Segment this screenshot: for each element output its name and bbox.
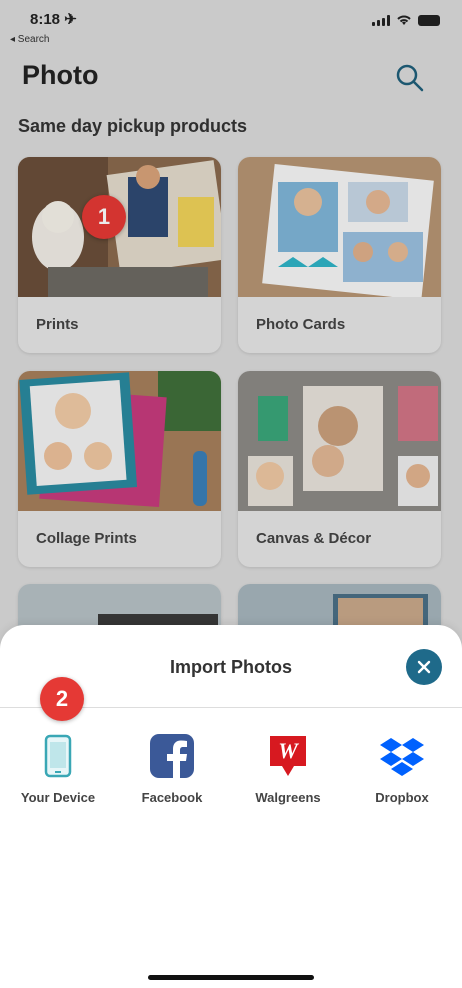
close-button[interactable] <box>406 649 442 685</box>
svg-text:W: W <box>278 738 299 763</box>
import-photos-sheet: Import Photos Your Device Facebook W Wal… <box>0 625 462 988</box>
sheet-title: Import Photos <box>170 657 292 677</box>
dropbox-icon <box>380 738 424 776</box>
source-facebook[interactable]: Facebook <box>122 733 222 807</box>
facebook-icon <box>150 734 194 778</box>
source-label: Facebook <box>141 790 203 805</box>
source-label: Dropbox <box>375 790 429 805</box>
walgreens-icon: W <box>270 736 306 776</box>
phone-icon <box>44 734 72 778</box>
source-label: Your Device <box>20 790 96 805</box>
source-dropbox[interactable]: Dropbox <box>352 733 452 807</box>
source-label: Walgreens <box>255 790 321 805</box>
source-walgreens[interactable]: W Walgreens <box>238 733 338 807</box>
app-screen: 8:18 ✈ ◂ Search Photo Same day pickup pr… <box>0 0 462 988</box>
step-2-badge: 2 <box>40 677 84 721</box>
home-indicator[interactable] <box>148 975 314 980</box>
close-icon <box>417 660 431 674</box>
source-your-device[interactable]: Your Device <box>8 733 108 807</box>
